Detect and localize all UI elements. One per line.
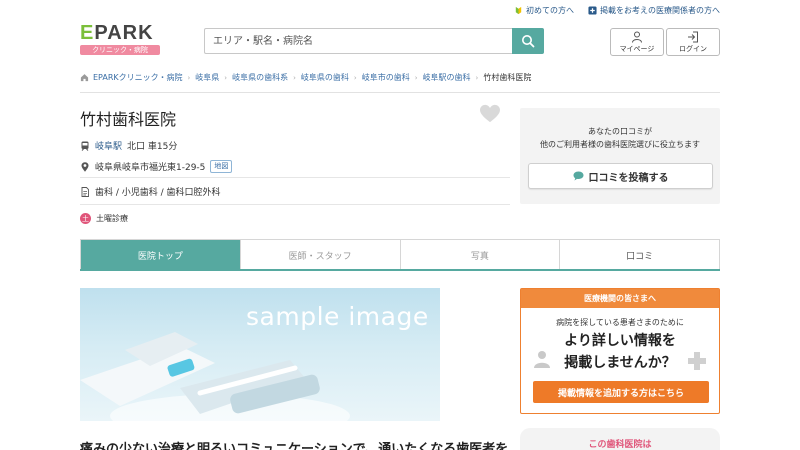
person-icon [632,31,642,43]
clinic-tabs: 医院トップ 医師・スタッフ 写真 口コミ [80,239,720,270]
breadcrumb-separator: › [293,73,296,82]
address-row: 岐阜県岐阜市福光東1-29-5 地図 [80,160,233,173]
saturday-label: 土曜診療 [96,214,128,223]
review-prompt: あなたの口コミが 他のご利用者様の歯科医院選びに役立ちます [520,125,720,151]
map-pin-icon [81,161,89,172]
divider [80,177,510,178]
review-prompt-line2: 他のご利用者様の歯科医院選びに役立ちます [540,140,700,149]
home-icon [80,74,89,82]
login-button[interactable]: ログイン [666,28,720,56]
medical-box-header: 医療機関の皆さまへ [521,289,719,308]
document-icon [81,186,89,197]
speech-bubble-icon [573,171,583,181]
station-row: 岐阜駅 北口 車15分 [80,139,177,152]
medical-box-subtitle: 病院を探している患者さまのために [556,318,684,327]
header: EPARK クリニック・病院 マイページ ログイン [80,22,720,58]
saturday-icon: 土 [80,213,91,224]
breadcrumb-current: 竹村歯科医院 [483,73,532,82]
train-icon [81,141,89,151]
sample-image-text: sample image [246,302,429,331]
login-icon [688,31,698,42]
divider [80,204,510,205]
clinic-name: 竹村歯科医院 [80,110,177,129]
departments-row: 歯科 / 小児歯科 / 歯科口腔外科 [80,185,221,198]
mypage-button[interactable]: マイページ [610,28,664,56]
breadcrumb-item[interactable]: 岐阜駅の歯科 [423,72,471,83]
medical-plus-icon [688,352,706,370]
clinic-headline: 痛みの少ない治療と明るいコミュニケーションで、通いたくなる歯医者を目指 [80,442,510,450]
login-label: ログイン [679,44,707,53]
first-time-link-label: 初めての方へ [526,6,574,15]
tab-underline [80,269,720,271]
favorite-heart-icon[interactable] [479,104,501,124]
mypage-label: マイページ [619,44,655,53]
first-time-link[interactable]: 初めての方へ [514,5,574,16]
clinic-address: 岐阜県岐阜市福光東1-29-5 [95,163,206,173]
beginner-mark-icon [515,6,522,15]
medical-link[interactable]: 掲載をお考えの医療関係者の方へ [588,5,720,16]
medical-institution-box: 医療機関の皆さまへ 病院を探している患者さまのために より詳しい情報を 掲載しま… [520,288,720,414]
tab-reviews[interactable]: 口コミ [560,240,719,270]
breadcrumb-separator: › [353,73,357,82]
post-review-label: 口コミを投稿する [588,172,669,184]
search-icon [522,35,535,48]
search-button[interactable] [512,28,544,54]
breadcrumb-item[interactable]: EPARKクリニック・病院 [93,72,182,83]
station-link[interactable]: 岐阜駅 [95,139,122,152]
breadcrumb-item[interactable]: 岐阜県 [195,72,219,83]
logo-text: EPARK [80,22,154,44]
divider [80,92,720,93]
epark-logo[interactable]: EPARK クリニック・病院 [80,22,160,55]
medical-link-label: 掲載をお考えの医療関係者の方へ [600,6,720,15]
tab-doctors-staff[interactable]: 医師・スタッフ [240,240,401,270]
clinic-notice-box: この歯科医院は [520,428,720,450]
clinic-notice-text: この歯科医院は [588,440,652,450]
breadcrumb-separator: › [414,73,418,82]
breadcrumb-separator: › [187,73,191,82]
clinic-sample-image: sample image [80,288,440,421]
breadcrumb-item[interactable]: 岐阜市の歯科 [362,72,410,83]
post-review-button[interactable]: 口コミを投稿する [528,163,713,189]
breadcrumb-separator: › [224,73,228,82]
plus-box-icon [588,6,597,15]
saturday-badge: 土 土曜診療 [80,213,128,224]
breadcrumb: EPARKクリニック・病院 › 岐阜県 › 岐阜県の歯科系 › 岐阜県の歯科 ›… [80,72,720,83]
breadcrumb-separator: › [475,73,479,82]
clinic-departments: 歯科 / 小児歯科 / 歯科口腔外科 [95,188,221,198]
review-box: あなたの口コミが 他のご利用者様の歯科医院選びに役立ちます 口コミを投稿する [520,108,720,204]
doctor-icon [534,351,550,368]
tab-photos[interactable]: 写真 [400,240,561,270]
breadcrumb-item[interactable]: 岐阜県の歯科系 [232,72,288,83]
search-bar [204,28,544,54]
breadcrumb-item[interactable]: 岐阜県の歯科 [301,72,349,83]
review-prompt-line1: あなたの口コミが [588,127,652,136]
map-button[interactable]: 地図 [210,160,233,173]
tab-clinic-top[interactable]: 医院トップ [81,240,241,270]
add-listing-button[interactable]: 掲載情報を追加する方はこちら [533,381,709,403]
search-input[interactable] [204,28,512,54]
top-links: 初めての方へ 掲載をお考えの医療関係者の方へ [514,5,720,16]
station-access: 北口 車15分 [127,142,178,152]
logo-subtitle: クリニック・病院 [80,45,160,55]
